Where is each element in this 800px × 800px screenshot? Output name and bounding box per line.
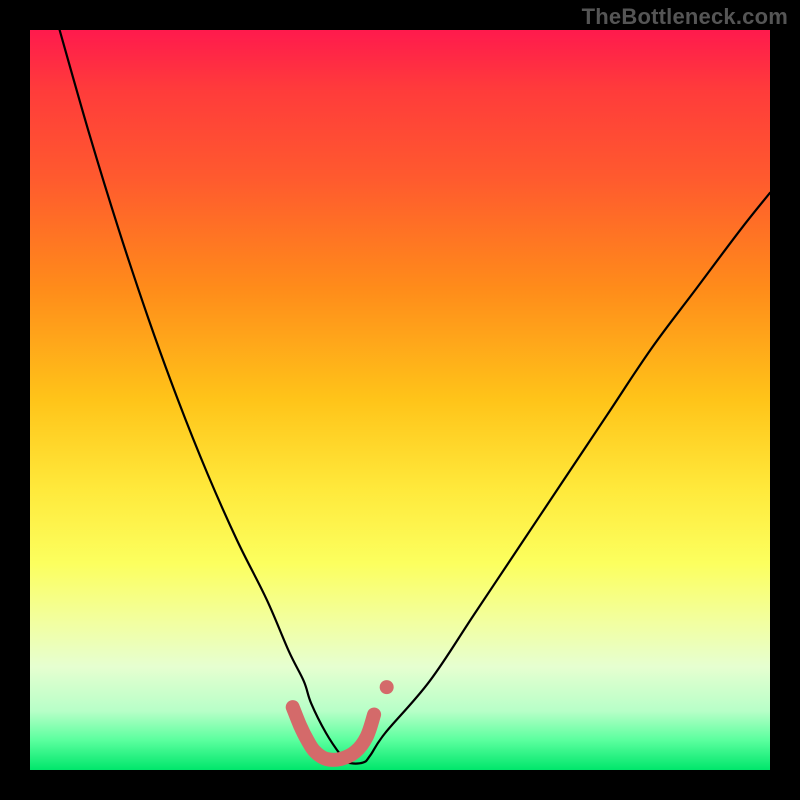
optimal-range-marker <box>293 707 374 760</box>
marker-dot <box>380 680 394 694</box>
bottleneck-curve <box>60 30 770 764</box>
watermark-text: TheBottleneck.com <box>582 4 788 30</box>
plot-area <box>30 30 770 770</box>
plot-svg <box>30 30 770 770</box>
chart-frame: TheBottleneck.com <box>0 0 800 800</box>
